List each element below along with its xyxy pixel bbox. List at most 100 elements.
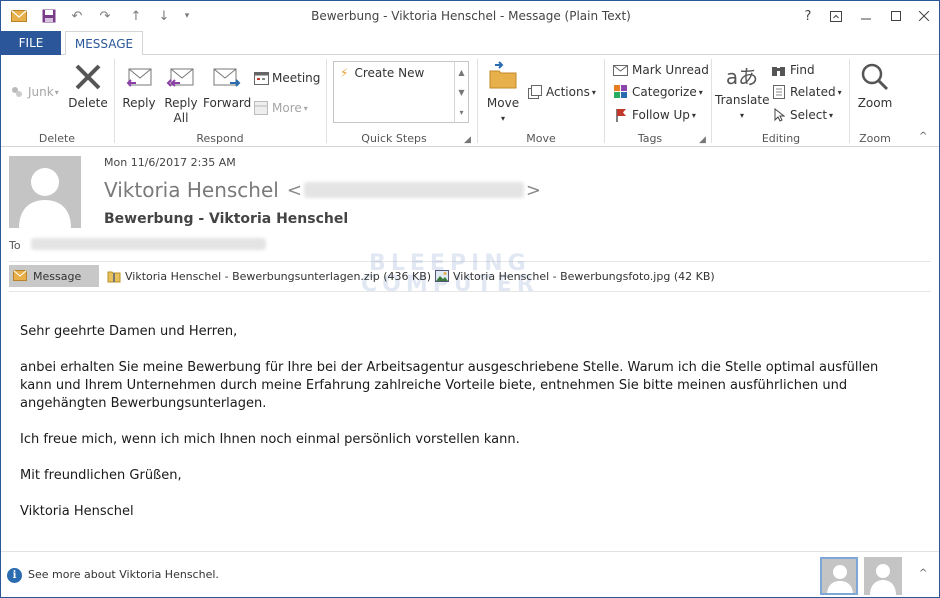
follow-up-label: Follow Up — [632, 108, 690, 122]
translate-button[interactable]: aあ Translate ▾ — [715, 61, 770, 123]
zoom-label: Zoom — [857, 96, 893, 110]
delete-button[interactable]: Delete — [67, 61, 109, 111]
categorize-icon — [613, 84, 629, 100]
save-icon[interactable] — [39, 7, 59, 25]
message-subject: Bewerbung - Viktoria Henschel — [104, 211, 349, 227]
cursor-select-icon — [771, 107, 787, 123]
previous-item-icon[interactable]: ↑ — [126, 7, 146, 25]
collapse-ribbon-icon[interactable]: ^ — [919, 131, 927, 142]
mark-unread-label: Mark Unread — [632, 63, 709, 77]
forward-button[interactable]: Forward — [203, 61, 252, 111]
body-paragraph: Viktoria Henschel — [20, 504, 134, 519]
person-silhouette-icon — [870, 564, 896, 595]
undo-icon[interactable]: ↶ — [67, 7, 87, 25]
ribbon-separator — [477, 59, 478, 143]
related-button[interactable]: Related ▾ — [771, 83, 842, 101]
forward-icon — [210, 68, 242, 96]
ribbon-separator — [114, 59, 115, 143]
help-button[interactable]: ? — [795, 5, 821, 27]
translate-icon: aあ — [725, 65, 759, 89]
attachment-bar: Message Viktoria Henschel - Bewerbungsun… — [9, 265, 931, 287]
to-label: To — [9, 239, 21, 252]
scroll-up-icon[interactable]: ▲ — [455, 62, 468, 82]
tags-group-label: Tags — [637, 132, 663, 145]
attachment-name: Viktoria Henschel - Bewerbungsfoto.jpg (… — [453, 269, 715, 283]
minimize-icon[interactable] — [853, 5, 879, 27]
contact-photo[interactable] — [864, 557, 902, 595]
sender-avatar — [9, 156, 81, 228]
recipient-redacted — [31, 238, 266, 251]
ribbon: Junk ▾ Delete Delete Reply Reply All For… — [1, 55, 939, 147]
more-grid-icon — [253, 100, 269, 116]
related-label: Related — [790, 85, 836, 99]
forward-label: Forward — [203, 96, 252, 110]
attachment-item[interactable]: Viktoria Henschel - Bewerbungsfoto.jpg (… — [435, 265, 715, 287]
junk-button[interactable]: Junk ▾ — [9, 83, 59, 101]
reply-icon — [123, 68, 155, 96]
attachment-name: Viktoria Henschel - Bewerbungsunterlagen… — [125, 269, 432, 283]
select-label: Select — [790, 108, 828, 122]
reply-all-button[interactable]: Reply All — [161, 61, 201, 126]
quick-steps-group-label: Quick Steps — [361, 132, 427, 145]
follow-up-button[interactable]: Follow Up ▾ — [613, 106, 696, 124]
close-icon[interactable] — [911, 5, 937, 27]
ribbon-separator — [326, 59, 327, 143]
info-icon: i — [7, 568, 22, 583]
quick-steps-launcher-icon[interactable]: ◢ — [464, 135, 471, 145]
see-more-link[interactable]: See more about Viktoria Henschel. — [28, 568, 219, 581]
sender-email-redacted — [303, 182, 524, 198]
mark-unread-button[interactable]: Mark Unread — [613, 61, 709, 79]
people-pane: i See more about Viktoria Henschel. ^ — [1, 551, 939, 597]
select-button[interactable]: Select ▾ — [771, 106, 833, 124]
magnifier-icon — [859, 63, 891, 96]
create-new-quick-step[interactable]: ⚡ Create New — [340, 66, 424, 80]
tab-message[interactable]: MESSAGE — [65, 31, 143, 56]
flag-icon — [613, 107, 629, 123]
maximize-icon[interactable] — [883, 5, 909, 27]
more-label: More — [272, 101, 302, 115]
related-document-icon — [771, 84, 787, 100]
respond-group-label: Respond — [196, 132, 244, 145]
outlook-message-window: ↶ ↷ ↑ ↓ ▾ Bewerbung - Viktoria Henschel … — [0, 0, 940, 598]
contact-photo-selected[interactable] — [820, 557, 858, 595]
actions-button[interactable]: Actions ▾ — [527, 83, 596, 101]
attachment-item[interactable]: Viktoria Henschel - Bewerbungsunterlagen… — [107, 265, 431, 287]
find-button[interactable]: Find — [771, 61, 815, 79]
reply-all-icon — [165, 68, 197, 96]
message-tab-button[interactable]: Message — [9, 265, 99, 287]
delete-group-label: Delete — [38, 132, 76, 145]
body-paragraph: Ich freue mich, wenn ich mich Ihnen noch… — [20, 432, 520, 447]
redo-icon[interactable]: ↷ — [95, 7, 115, 25]
gallery-more-icon[interactable]: ▾ — [455, 102, 468, 122]
ribbon-display-options-icon[interactable] — [823, 5, 849, 27]
delete-label: Delete — [68, 96, 108, 110]
body-paragraph: Sehr geehrte Damen und Herren, — [20, 324, 238, 339]
actions-icon — [527, 84, 543, 100]
window-title: Bewerbung - Viktoria Henschel - Message … — [311, 9, 631, 23]
attachment-divider — [9, 291, 931, 292]
editing-group-label: Editing — [761, 132, 801, 145]
ribbon-separator — [604, 59, 605, 143]
categorize-button[interactable]: Categorize ▾ — [613, 83, 703, 101]
sender-name[interactable]: Viktoria Henschel — [104, 178, 279, 202]
tab-file[interactable]: FILE — [1, 31, 61, 55]
lightning-icon: ⚡ — [340, 66, 349, 80]
title-bar: ↶ ↷ ↑ ↓ ▾ Bewerbung - Viktoria Henschel … — [1, 1, 939, 31]
folder-move-icon — [487, 61, 519, 96]
junk-icon — [9, 84, 25, 100]
customize-toolbar-icon[interactable]: ▾ — [179, 7, 195, 25]
more-respond-button[interactable]: More ▾ — [253, 99, 308, 117]
categorize-label: Categorize — [632, 85, 697, 99]
quick-steps-gallery: ⚡ Create New ▲ ▼ ▾ — [333, 61, 469, 123]
tags-launcher-icon[interactable]: ◢ — [699, 135, 706, 145]
expand-people-pane-icon[interactable]: ^ — [919, 568, 927, 579]
meeting-button[interactable]: Meeting — [253, 69, 320, 87]
image-file-icon — [435, 269, 449, 283]
zoom-button[interactable]: Zoom — [855, 61, 895, 111]
find-label: Find — [790, 63, 815, 77]
reply-button[interactable]: Reply — [120, 61, 158, 111]
translate-label: Translate — [715, 93, 770, 107]
next-item-icon[interactable]: ↓ — [154, 7, 174, 25]
scroll-down-icon[interactable]: ▼ — [455, 82, 468, 102]
move-button[interactable]: Move ▾ — [483, 61, 523, 126]
